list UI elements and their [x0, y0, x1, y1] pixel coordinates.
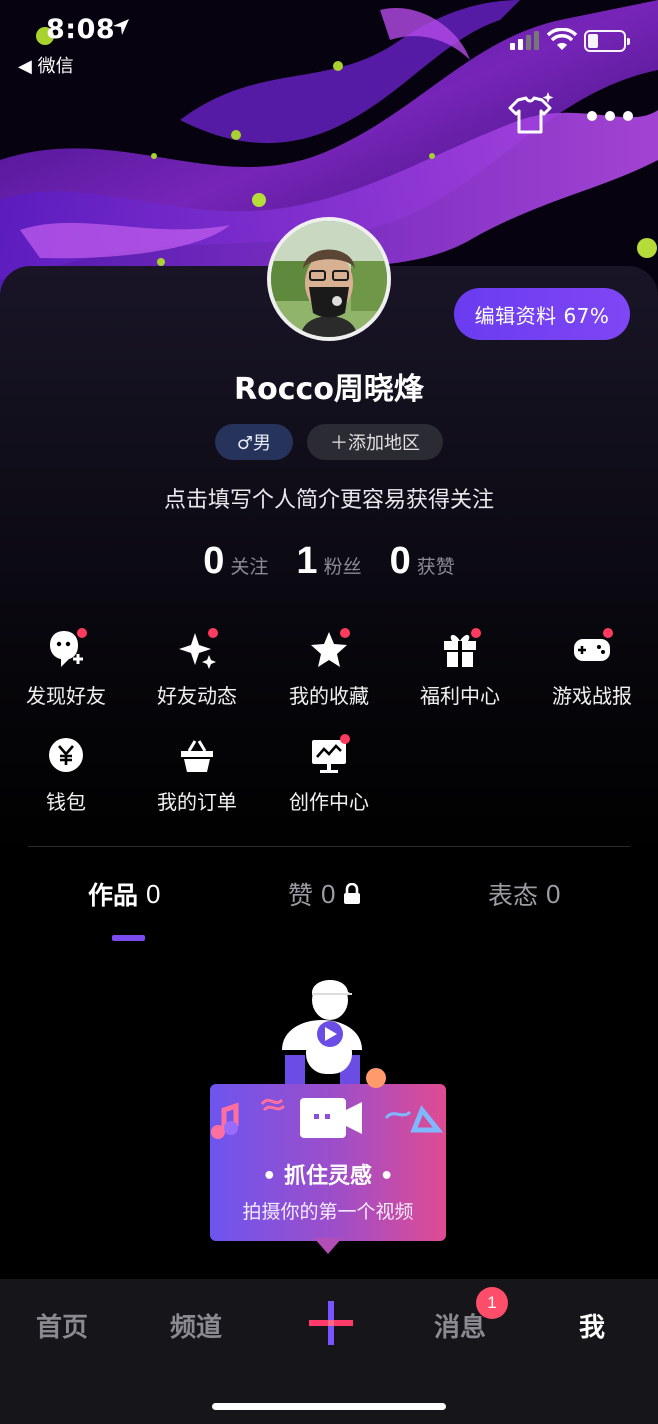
stat-likes[interactable]: 0 获赞: [390, 540, 455, 583]
stat-value: 0: [389, 540, 411, 582]
wallet-icon: [49, 738, 83, 772]
status-time: 8:08: [46, 14, 116, 45]
cellular-signal-icon: [510, 31, 539, 50]
nav-channels[interactable]: 频道: [170, 1307, 222, 1344]
bio-prompt[interactable]: 点击填写个人简介更容易获得关注: [0, 482, 658, 514]
stat-label: 关注: [230, 556, 269, 578]
status-bar: 8:08 ◀ 微信: [0, 0, 658, 90]
shortcut-label: 发现好友: [26, 684, 106, 708]
outfit-icon[interactable]: [504, 92, 556, 136]
cta-subtitle: 拍摄你的第一个视频: [242, 1201, 414, 1223]
username: Rocco周晓烽: [234, 372, 424, 407]
stat-value: 1: [296, 540, 318, 582]
tab-label: 作品: [88, 881, 139, 910]
shortcut-favorites[interactable]: 我的收藏: [263, 626, 395, 718]
tab-indicator: [112, 935, 145, 941]
stat-followers[interactable]: 1 粉丝: [296, 540, 361, 583]
home-indicator: [212, 1403, 446, 1410]
tab-count: 0: [546, 878, 561, 909]
shortcut-game-report[interactable]: 游戏战报: [526, 626, 658, 718]
edit-profile-button[interactable]: 编辑资料 67%: [454, 288, 630, 340]
stat-value: 0: [203, 540, 225, 582]
nav-home[interactable]: 首页: [36, 1307, 88, 1344]
shortcut-orders[interactable]: 我的订单: [131, 732, 263, 824]
shortcut-label: 福利中心: [420, 684, 500, 708]
wifi-icon: [547, 28, 577, 50]
tab-likes[interactable]: 赞 0: [288, 876, 361, 912]
stat-following[interactable]: 0 关注: [203, 540, 268, 583]
more-options-icon[interactable]: [586, 110, 634, 122]
shortcut-welfare-center[interactable]: 福利中心: [394, 626, 526, 718]
shortcut-label: 我的订单: [157, 790, 237, 814]
avatar[interactable]: [267, 217, 391, 341]
stat-label: 获赞: [416, 556, 455, 578]
tab-count: 0: [146, 878, 161, 909]
cta-title: • 抓住灵感 •: [262, 1164, 394, 1189]
shortcut-label: 游戏战报: [552, 684, 632, 708]
tab-count: 0: [321, 878, 336, 909]
divider: [28, 846, 630, 847]
shortcut-find-friends[interactable]: 发现好友: [0, 626, 132, 718]
shortcut-label: 好友动态: [157, 684, 237, 708]
add-region-button[interactable]: ＋添加地区: [307, 424, 443, 460]
shortcut-label: 创作中心: [289, 790, 369, 814]
stat-label: 粉丝: [323, 556, 362, 578]
shortcut-friend-feed[interactable]: 好友动态: [131, 626, 263, 718]
tab-label: 赞: [288, 881, 314, 910]
lock-icon: [344, 883, 361, 904]
empty-state-illustration[interactable]: • 抓住灵感 • 拍摄你的第一个视频: [200, 970, 460, 1265]
create-plus-icon[interactable]: [309, 1301, 353, 1345]
shortcut-label: 我的收藏: [289, 684, 369, 708]
gender-tag[interactable]: ♂男: [215, 424, 293, 460]
shortcut-label: 钱包: [46, 790, 86, 814]
shortcut-wallet[interactable]: 钱包: [0, 732, 132, 824]
tab-reactions[interactable]: 表态 0: [488, 876, 560, 912]
stats-row: 0 关注 1 粉丝 0 获赞: [0, 540, 658, 583]
battery-icon: [584, 30, 630, 52]
basket-icon: [181, 740, 213, 772]
nav-me[interactable]: 我: [579, 1307, 605, 1344]
tab-label: 表态: [488, 881, 539, 910]
location-arrow-icon: [113, 19, 129, 35]
back-to-app-link[interactable]: ◀ 微信: [18, 52, 74, 78]
shortcut-creator-center[interactable]: 创作中心: [263, 732, 395, 824]
message-badge: 1: [476, 1287, 508, 1319]
content-tabs: 作品 0 赞 0 表态 0: [0, 876, 658, 946]
tab-works[interactable]: 作品 0: [88, 876, 160, 912]
